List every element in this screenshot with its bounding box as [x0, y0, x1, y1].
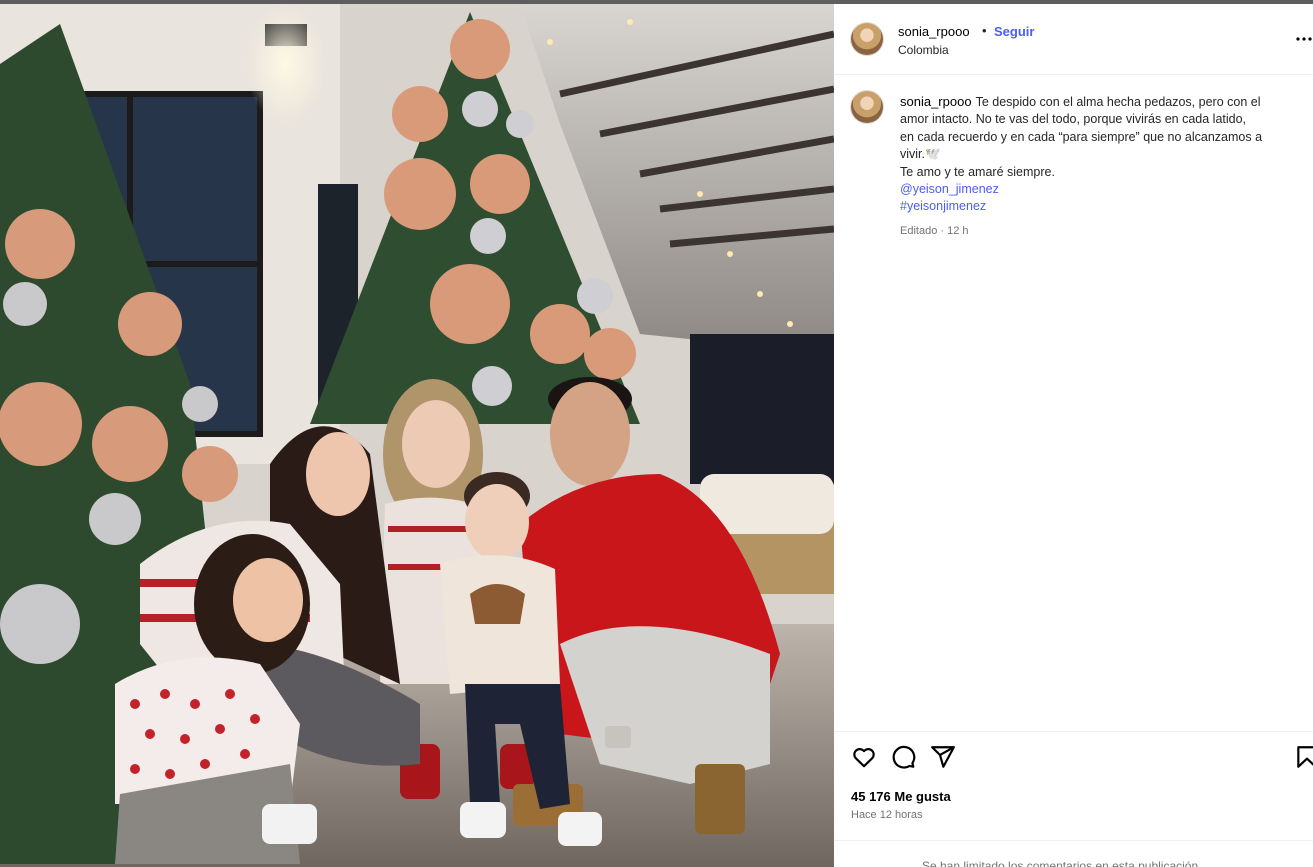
divider: [834, 840, 1313, 841]
avatar[interactable]: [851, 23, 883, 55]
more-options-icon[interactable]: [1296, 28, 1312, 46]
caption-line: amor intacto. No te vas del todo, porque…: [900, 112, 1247, 127]
heart-icon[interactable]: [851, 744, 877, 770]
post-location[interactable]: Colombia: [898, 43, 949, 57]
caption-line: en cada recuerdo y en cada “para siempre…: [900, 129, 1263, 144]
comments-limited-notice: Se han limitado los comentarios en esta …: [922, 859, 1199, 867]
caption-line: vivir.🕊️: [900, 147, 941, 162]
likes-count[interactable]: 45 176 Me gusta: [851, 789, 951, 804]
caption-text: sonia_rpooo Te despido con el alma hecha …: [900, 93, 1302, 216]
mention-link[interactable]: @yeison_jimenez: [900, 181, 1302, 198]
divider: [834, 731, 1313, 732]
separator-dot: •: [982, 23, 987, 38]
author-username[interactable]: sonia_rpooo: [898, 24, 970, 39]
family-christmas-photo: [0, 4, 834, 867]
comment-icon[interactable]: [890, 744, 916, 770]
post-header: sonia_rpooo • Seguir Colombia: [834, 4, 1313, 75]
caption-line: Te despido con el alma hecha pedazos, pe…: [975, 95, 1261, 109]
hashtag-link[interactable]: #yeisonjimenez: [900, 198, 1302, 215]
avatar[interactable]: [851, 91, 883, 123]
post-photo[interactable]: [0, 4, 834, 867]
follow-button[interactable]: Seguir: [994, 24, 1034, 39]
paper-plane-icon[interactable]: [930, 744, 956, 770]
caption-line: Te amo y te amaré siempre.: [900, 164, 1055, 179]
caption-username[interactable]: sonia_rpooo: [900, 94, 972, 109]
bookmark-icon[interactable]: [1294, 744, 1313, 770]
edited-timestamp: Editado · 12 h: [900, 225, 969, 237]
post-time[interactable]: Hace 12 horas: [851, 809, 923, 821]
post-side-panel: sonia_rpooo • Seguir Colombia sonia_rpoo…: [834, 4, 1313, 867]
action-bar: [834, 744, 1313, 774]
